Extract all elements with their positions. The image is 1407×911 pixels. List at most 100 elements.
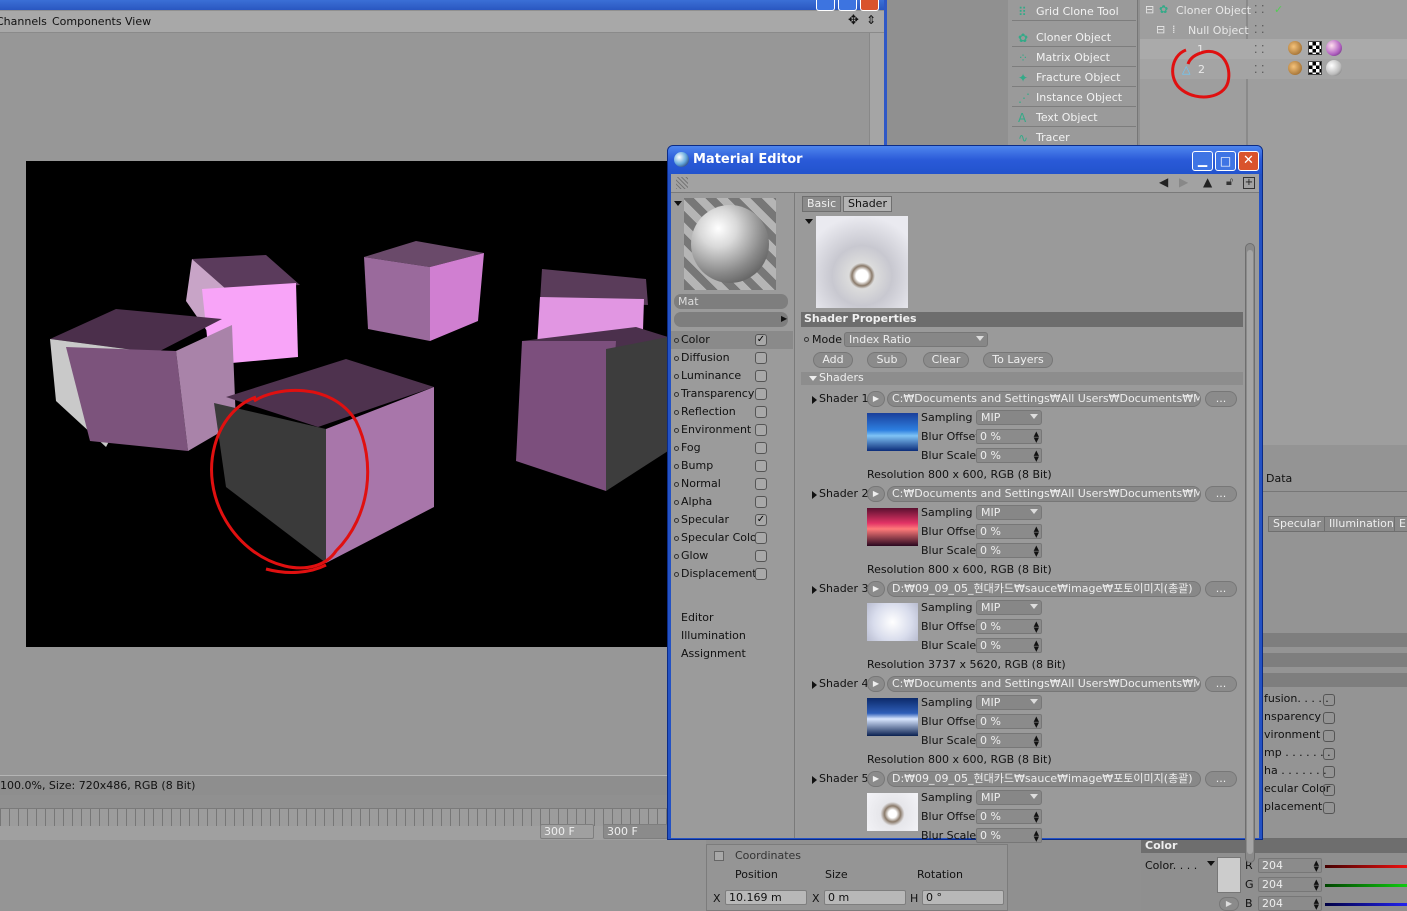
sampling-dropdown[interactable]: MIP <box>976 600 1042 615</box>
channel-checkbox[interactable] <box>755 406 767 418</box>
shader-preview[interactable] <box>816 216 908 308</box>
channel-checkbox[interactable] <box>755 550 767 562</box>
close-button[interactable]: ✕ <box>1238 151 1259 171</box>
channel-color[interactable]: Color ✓ <box>671 331 793 349</box>
channel-checkbox[interactable] <box>755 496 767 508</box>
visibility-dots[interactable]: ⁚ ⁚ <box>1254 3 1265 16</box>
radio-icon[interactable] <box>674 464 679 469</box>
tool-grid-clone[interactable]: ⠿ Grid Clone Tool <box>1012 3 1136 21</box>
b-slider[interactable] <box>1325 903 1407 906</box>
radio-icon[interactable] <box>674 482 679 487</box>
channel-fog[interactable]: Fog <box>671 439 793 457</box>
blur-scale-field[interactable]: 0 % ▲ ▼ <box>976 638 1042 653</box>
radio-icon[interactable] <box>674 572 679 577</box>
close-button[interactable] <box>860 0 879 11</box>
channel-checkbox[interactable] <box>1323 730 1335 742</box>
extra-illumination[interactable]: Illumination <box>681 629 746 642</box>
channel-specular[interactable]: Specular ✓ <box>671 511 793 529</box>
tool-text-object[interactable]: A Text Object <box>1012 109 1136 127</box>
radio-icon[interactable] <box>674 392 679 397</box>
channel-glow[interactable]: Glow <box>671 547 793 565</box>
play-icon[interactable]: ▶ <box>867 581 885 597</box>
minimize-button[interactable]: ▁ <box>1192 151 1213 171</box>
channel-checkbox[interactable] <box>755 568 767 580</box>
material-tag-icon[interactable] <box>1326 40 1342 56</box>
radio-icon[interactable] <box>674 554 679 559</box>
forward-arrow-icon[interactable]: ▶ <box>1179 175 1188 189</box>
tab-e[interactable]: E <box>1394 516 1407 532</box>
extra-assignment[interactable]: Assignment <box>681 647 746 660</box>
visibility-dots[interactable]: ⁚ ⁚ <box>1254 63 1265 76</box>
add-button[interactable]: Add <box>813 352 853 368</box>
clear-button[interactable]: Clear <box>923 352 969 368</box>
hier-cloner-object[interactable]: Cloner Object <box>1176 4 1251 17</box>
data-tab[interactable]: Data <box>1266 472 1292 485</box>
expand-icon[interactable] <box>812 586 817 594</box>
shader-path[interactable]: C:₩Documents and Settings₩All Users₩Docu… <box>887 676 1201 692</box>
lock-icon[interactable]: 🔓︎ <box>1226 175 1233 189</box>
tab-specular[interactable]: Specular <box>1268 516 1327 532</box>
tab-illumination[interactable]: Illumination <box>1324 516 1399 532</box>
radio-icon[interactable] <box>674 500 679 505</box>
coordinates-checkbox[interactable] <box>714 851 724 861</box>
play-icon[interactable]: ▶ <box>867 486 885 502</box>
channel-checkbox[interactable] <box>755 478 767 490</box>
h-rotation-field[interactable]: 0 ° <box>922 890 1004 905</box>
expand-icon[interactable]: ⊟ <box>1145 3 1154 16</box>
maximize-button[interactable] <box>838 0 857 11</box>
texture-tag-icon[interactable] <box>1288 41 1302 55</box>
frame-end-field[interactable]: 300 F <box>540 824 594 839</box>
material-editor-titlebar[interactable]: Material Editor ▁ □ ✕ <box>668 146 1262 174</box>
radio-icon[interactable] <box>674 356 679 361</box>
radio-icon[interactable] <box>674 536 679 541</box>
play-icon[interactable]: ▶ <box>867 676 885 692</box>
x-size-field[interactable]: 0 m <box>824 890 906 905</box>
radio-icon[interactable] <box>674 518 679 523</box>
grip-icon[interactable] <box>676 177 688 189</box>
material-slider[interactable] <box>674 312 788 327</box>
chevron-down-icon[interactable] <box>805 219 813 224</box>
blur-scale-field[interactable]: 0 % ▲ ▼ <box>976 448 1042 463</box>
channel-checkbox[interactable] <box>1323 694 1335 706</box>
browse-button[interactable]: ... <box>1205 771 1237 787</box>
tool-cloner-object[interactable]: ✿ Cloner Object <box>1012 29 1136 47</box>
play-icon[interactable]: ▶ <box>867 771 885 787</box>
extra-editor[interactable]: Editor <box>681 611 714 624</box>
tab-basic[interactable]: Basic <box>802 196 842 212</box>
shader-path[interactable]: C:₩Documents and Settings₩All Users₩Docu… <box>887 391 1201 407</box>
channel-checkbox[interactable] <box>755 370 767 382</box>
menu-channels[interactable]: Channels <box>0 15 47 28</box>
channel-checkbox[interactable]: ✓ <box>755 514 767 526</box>
radio-icon[interactable] <box>674 446 679 451</box>
channel-checkbox[interactable] <box>1323 766 1335 778</box>
browse-button[interactable]: ... <box>1205 391 1237 407</box>
mode-dropdown[interactable]: Index Ratio <box>844 332 988 347</box>
channel-checkbox[interactable]: ✓ <box>755 334 767 346</box>
channel-checkbox[interactable] <box>1323 802 1335 814</box>
frame-current-field[interactable]: 300 F <box>603 824 668 839</box>
checker-tag-icon[interactable] <box>1308 41 1322 55</box>
move-icon[interactable]: ✥ <box>848 13 859 28</box>
visibility-dots[interactable]: ⁚ ⁚ <box>1254 23 1265 36</box>
scroll-thumb[interactable] <box>1247 250 1253 854</box>
channel-specular-color[interactable]: Specular Color <box>671 529 793 547</box>
minimize-button[interactable] <box>816 0 835 11</box>
to-layers-button[interactable]: To Layers <box>983 352 1053 368</box>
channel-checkbox[interactable] <box>755 532 767 544</box>
sampling-dropdown[interactable]: MIP <box>976 505 1042 520</box>
blur-scale-field[interactable]: 0 % ▲ ▼ <box>976 733 1042 748</box>
sampling-dropdown[interactable]: MIP <box>976 695 1042 710</box>
channel-checkbox[interactable] <box>1323 712 1335 724</box>
scroll-arrows-icon[interactable]: ⇕ <box>866 13 876 27</box>
menu-view[interactable]: View <box>125 15 151 28</box>
blur-scale-field[interactable]: 0 % ▲ ▼ <box>976 543 1042 558</box>
r-field[interactable]: 204 ▲ ▼ <box>1258 858 1322 873</box>
blur-offset-field[interactable]: 0 % ▲ ▼ <box>976 619 1042 634</box>
channel-checkbox[interactable] <box>1323 784 1335 796</box>
expand-icon[interactable] <box>812 681 817 689</box>
channel-checkbox[interactable] <box>755 352 767 364</box>
radio-icon[interactable] <box>674 338 679 343</box>
channel-alpha[interactable]: Alpha <box>671 493 793 511</box>
shader-path[interactable]: D:₩09_09_05_현대카드₩sauce₩image₩포토이미지(총괄) <box>887 581 1201 597</box>
channel-checkbox[interactable] <box>1323 748 1335 760</box>
